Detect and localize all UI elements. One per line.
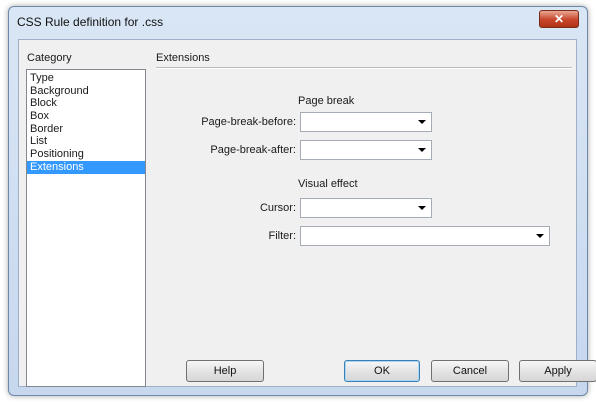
chevron-down-icon xyxy=(418,206,426,210)
category-item-list[interactable]: List xyxy=(27,135,145,148)
category-list[interactable]: Type Background Block Box Border List Po… xyxy=(26,69,146,387)
window-title: CSS Rule definition for .css xyxy=(17,15,164,29)
title-bar[interactable]: CSS Rule definition for .css ✕ xyxy=(9,7,587,35)
dialog-client-area: Category Type Background Block Box Borde… xyxy=(18,39,596,387)
close-icon: ✕ xyxy=(553,12,565,26)
category-item-block[interactable]: Block xyxy=(27,97,145,110)
ok-button[interactable]: OK xyxy=(344,360,420,382)
category-item-background[interactable]: Background xyxy=(27,85,145,98)
page-break-after-label: Page-break-after: xyxy=(210,144,296,156)
panel-title: Extensions xyxy=(156,52,210,64)
help-button[interactable]: Help xyxy=(186,360,264,382)
chevron-down-icon xyxy=(418,148,426,152)
apply-button[interactable]: Apply xyxy=(519,360,596,382)
category-item-positioning[interactable]: Positioning xyxy=(27,148,145,161)
chevron-down-icon xyxy=(536,234,544,238)
dialog-window: CSS Rule definition for .css ✕ Category … xyxy=(8,6,596,396)
page-break-before-select[interactable] xyxy=(300,112,432,132)
category-item-box[interactable]: Box xyxy=(27,110,145,123)
close-button[interactable]: ✕ xyxy=(539,10,579,28)
cancel-button[interactable]: Cancel xyxy=(431,360,509,382)
category-label: Category xyxy=(27,52,72,64)
category-item-extensions[interactable]: Extensions xyxy=(27,160,145,174)
chevron-down-icon xyxy=(418,120,426,124)
panel-divider xyxy=(156,67,572,69)
filter-label: Filter: xyxy=(268,230,297,242)
category-item-border[interactable]: Border xyxy=(27,123,145,136)
page-break-after-select[interactable] xyxy=(300,140,432,160)
cursor-select[interactable] xyxy=(300,198,432,218)
visual-effect-heading: Visual effect xyxy=(298,178,358,190)
filter-select[interactable] xyxy=(300,226,550,246)
page-break-before-label: Page-break-before: xyxy=(201,116,296,128)
page-break-heading: Page break xyxy=(298,95,355,107)
cursor-label: Cursor: xyxy=(259,202,296,214)
category-item-type[interactable]: Type xyxy=(27,72,145,85)
